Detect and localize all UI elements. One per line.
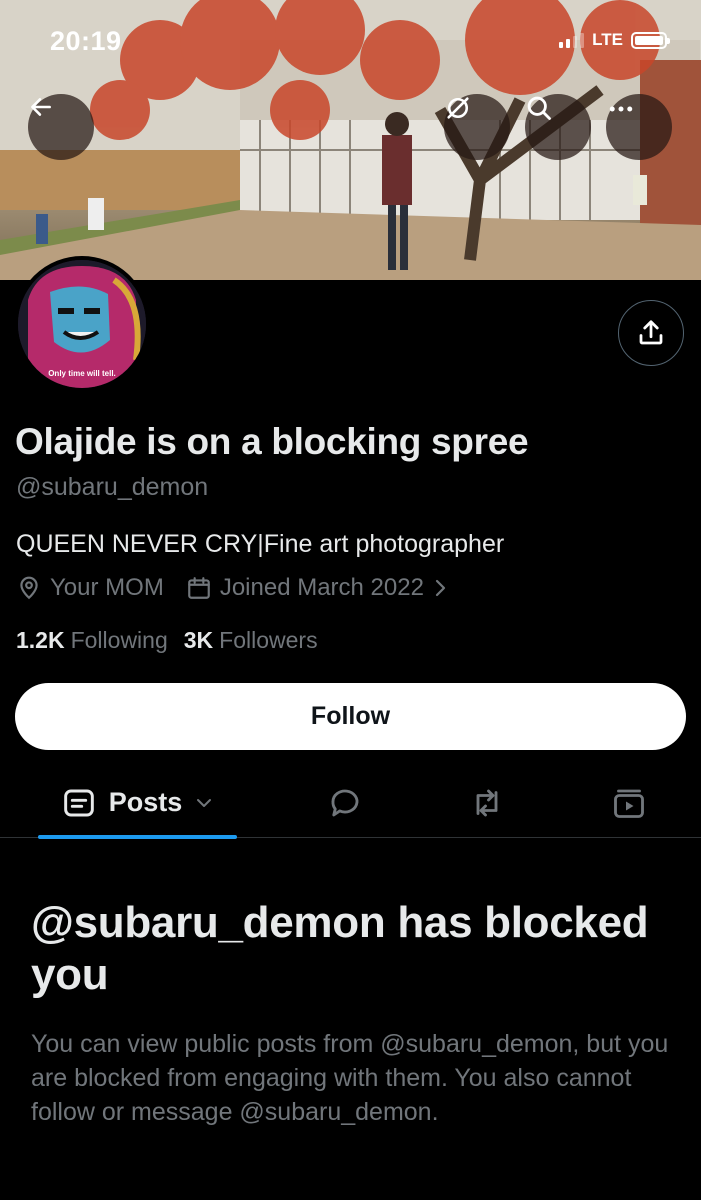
status-bar-time: 20:19 xyxy=(50,26,122,56)
followers-label: Followers xyxy=(219,627,318,653)
profile-meta: Your MOM Joined March 2022 xyxy=(16,574,450,602)
network-type: LTE xyxy=(592,30,623,49)
profile-stats: 1.2K Following 3K Followers xyxy=(16,627,334,654)
active-tab-indicator xyxy=(38,835,237,839)
repost-icon xyxy=(476,789,498,816)
status-bar-indicators: LTE xyxy=(559,30,670,50)
cellular-signal-icon xyxy=(559,32,585,48)
grok-button[interactable] xyxy=(444,94,510,160)
profile-bio: QUEEN NEVER CRY|Fine art photographer xyxy=(16,530,505,558)
blocked-notice-body: You can view public posts from @subaru_d… xyxy=(31,1030,669,1126)
chevron-right-icon[interactable] xyxy=(432,577,450,599)
share-profile-button[interactable] xyxy=(618,300,684,366)
profile-banner[interactable]: 20:19 LTE xyxy=(0,0,701,280)
search-icon xyxy=(527,96,551,120)
profile-location: Your MOM xyxy=(16,574,164,602)
blocked-notice-title: @subaru_demon has blocked you xyxy=(31,898,649,999)
location-pin-icon xyxy=(20,576,38,600)
profile-joined[interactable]: Joined March 2022 xyxy=(186,574,424,602)
joined-text: Joined March 2022 xyxy=(219,574,424,601)
follow-button[interactable]: Follow xyxy=(15,683,686,750)
back-button[interactable] xyxy=(28,94,94,160)
followers-count: 3K xyxy=(183,627,214,653)
more-options-button[interactable] xyxy=(606,94,672,160)
tab-replies[interactable] xyxy=(310,768,380,837)
tab-media[interactable] xyxy=(594,768,664,837)
avatar-caption: Only time will tell. xyxy=(48,369,116,378)
share-upload-icon xyxy=(639,320,663,345)
location-text: Your MOM xyxy=(50,574,164,601)
search-button[interactable] xyxy=(525,94,591,160)
grok-slash-icon xyxy=(447,97,469,119)
following-stat[interactable]: 1.2K Following xyxy=(16,627,168,654)
following-count: 1.2K xyxy=(16,627,65,653)
following-label: Following xyxy=(70,627,168,653)
calendar-icon xyxy=(187,577,210,599)
tab-posts[interactable]: Posts xyxy=(38,768,237,839)
chevron-down-icon[interactable] xyxy=(196,797,212,809)
profile-tabs: Posts xyxy=(0,768,701,839)
tab-posts-label: Posts xyxy=(108,787,183,817)
profile-avatar[interactable]: Only time will tell. xyxy=(14,256,150,392)
more-dots-icon xyxy=(609,106,633,112)
media-play-icon xyxy=(614,789,644,818)
profile-display-name: Olajide is on a blocking spree xyxy=(15,421,529,462)
reply-bubble-icon xyxy=(331,789,359,816)
battery-icon xyxy=(631,31,670,49)
followers-stat[interactable]: 3K Followers xyxy=(184,627,318,654)
profile-handle: @subaru_demon xyxy=(16,473,209,501)
posts-icon xyxy=(63,789,94,816)
tab-reposts[interactable] xyxy=(452,768,522,837)
arrow-left-icon xyxy=(31,98,51,116)
